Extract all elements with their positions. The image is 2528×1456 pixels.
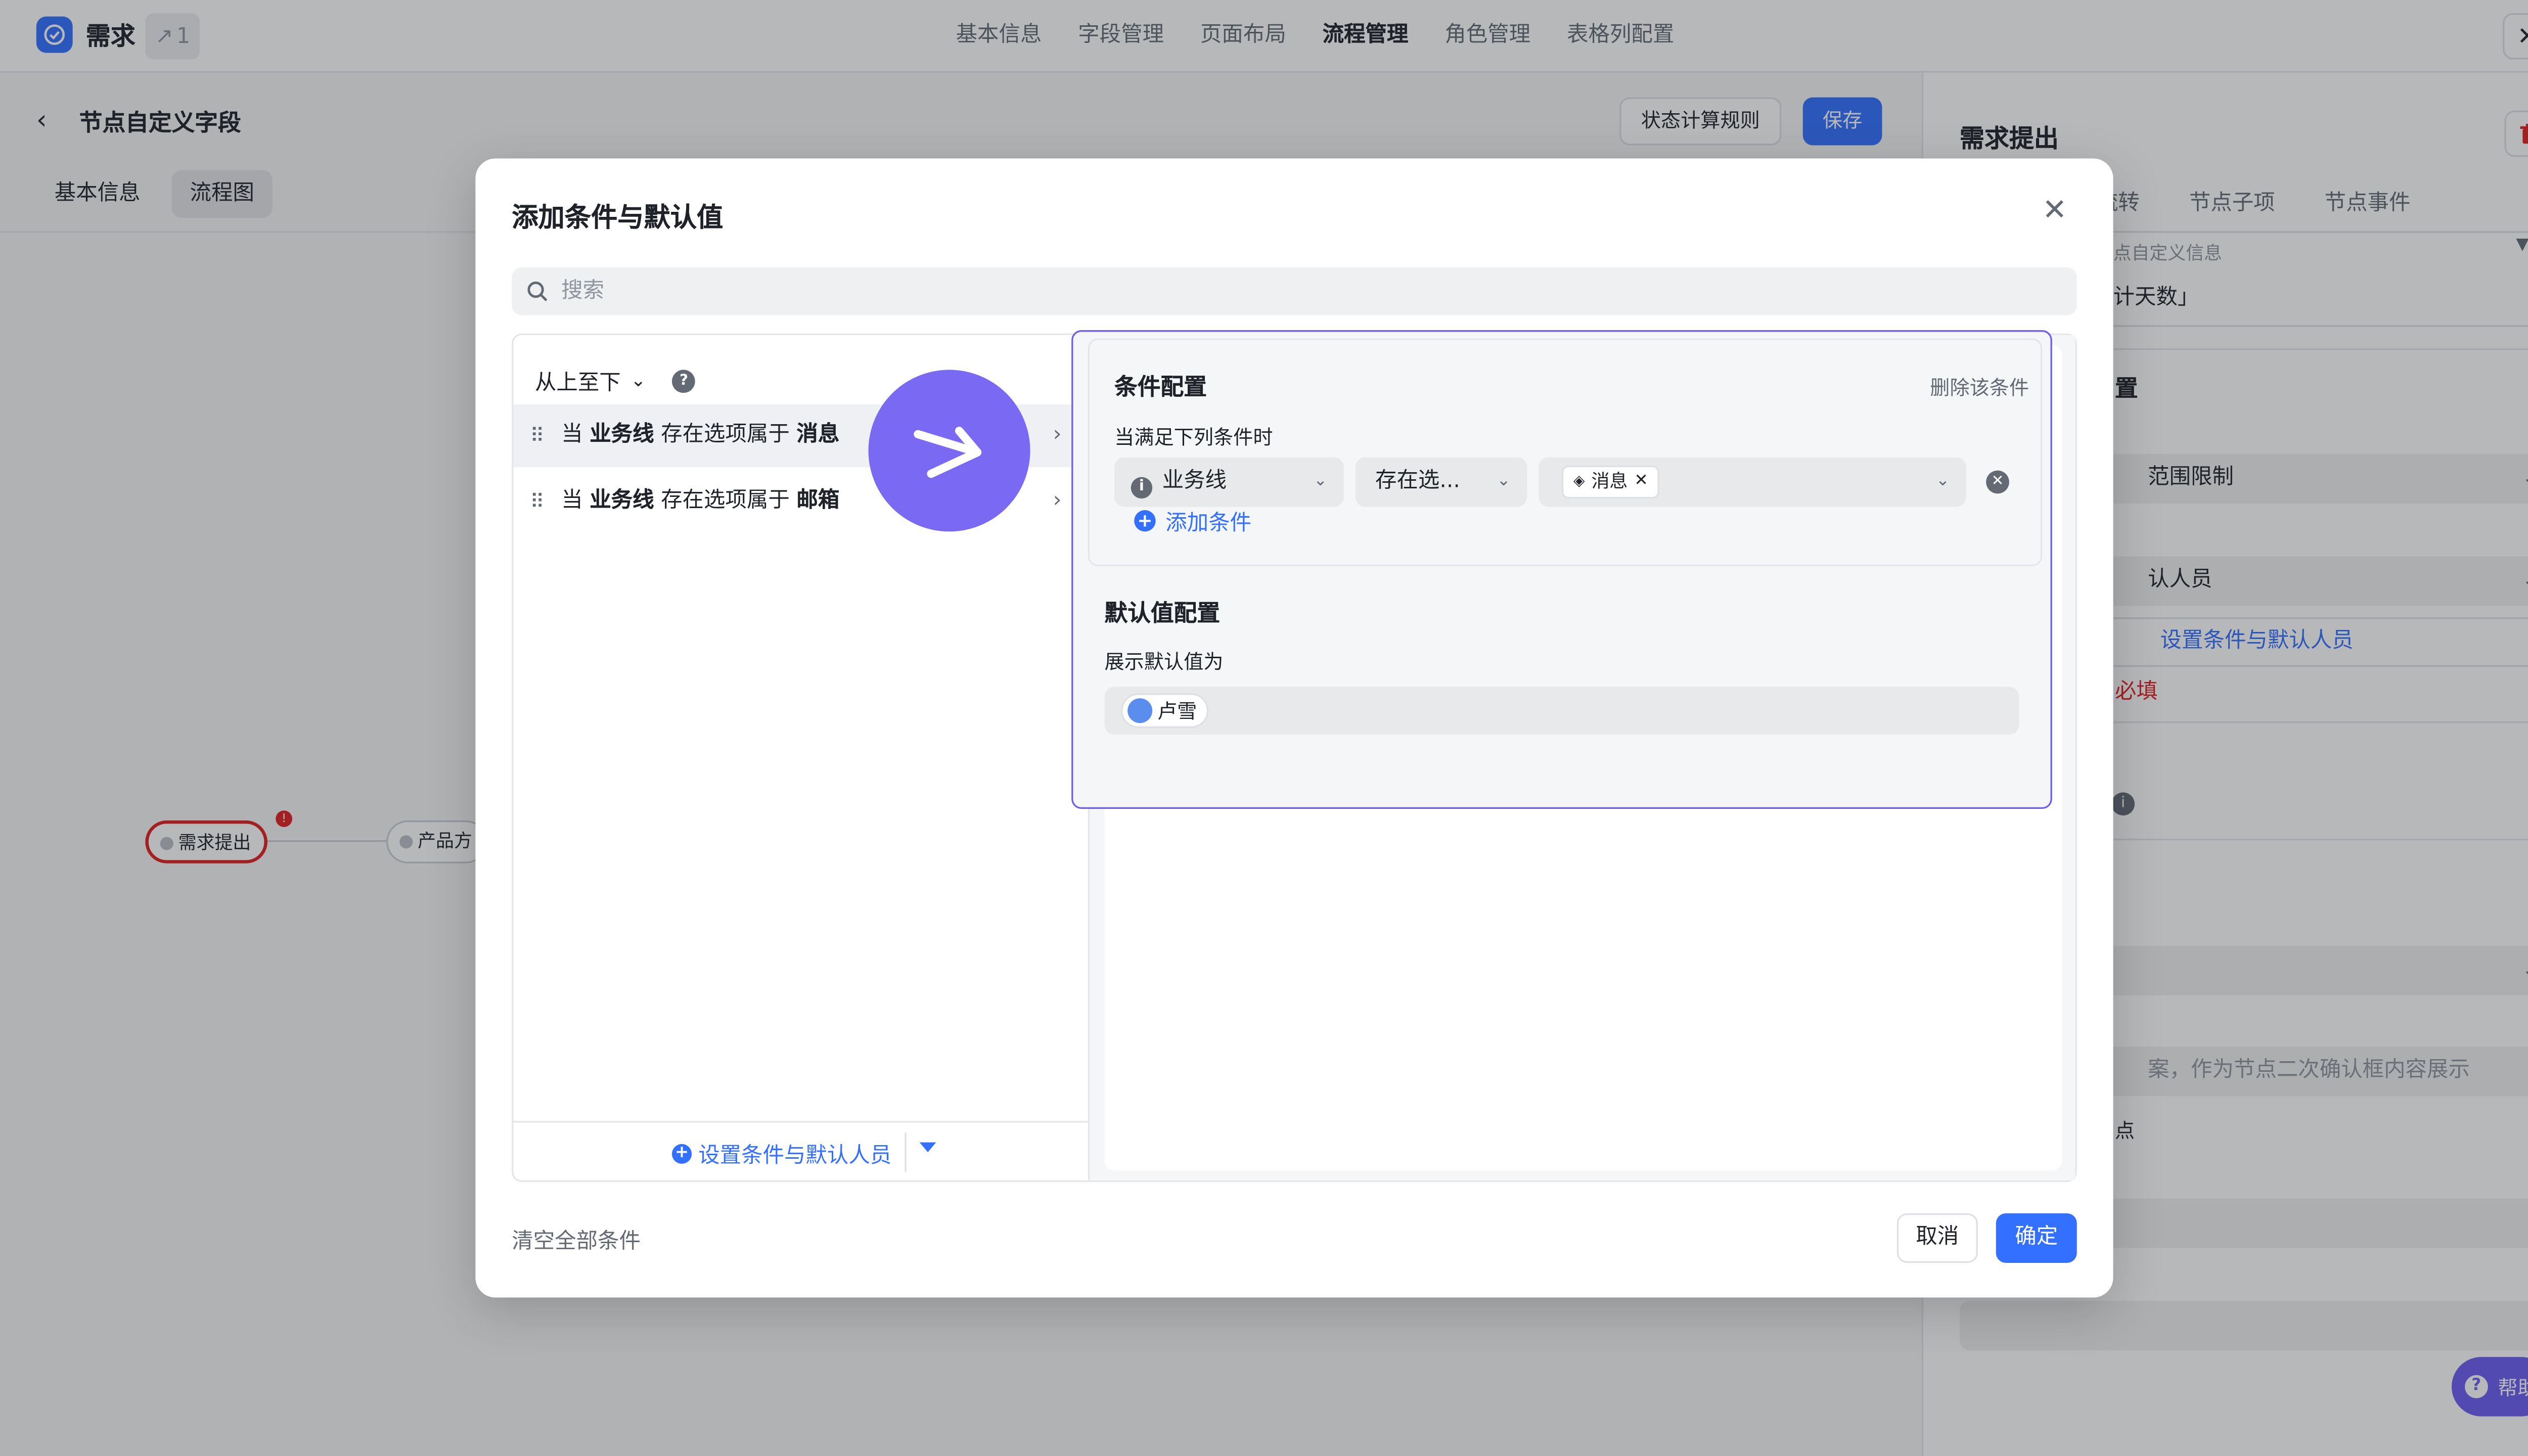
drag-handle-icon[interactable]: ⠿ bbox=[530, 404, 545, 467]
add-filter-label: 添加条件 bbox=[1165, 512, 1252, 537]
condition-prefix: 当 bbox=[561, 422, 583, 447]
condition-value: 邮箱 bbox=[796, 488, 840, 514]
dialog-body: 从上至下 ⌄ ? ⠿ 当 业务线 存在选项属于 消息 › ⠿ 当 业务线 存在选… bbox=[512, 330, 2077, 1182]
condition-value: 消息 bbox=[796, 422, 840, 447]
value-tag-label: 消息 bbox=[1591, 470, 1628, 492]
condition-detail: 条件配置 删除该条件 当满足下列条件时 i 业务线 ⌄ 存在选... ⌄ ◈ 消… bbox=[1071, 330, 2075, 1180]
condition-config-section: 条件配置 删除该条件 当满足下列条件时 i 业务线 ⌄ 存在选... ⌄ ◈ 消… bbox=[1088, 338, 2043, 566]
chevron-down-icon: ⌄ bbox=[1935, 472, 1950, 490]
default-config-heading: 默认值配置 bbox=[1104, 601, 1221, 627]
layers-icon: ◈ bbox=[1573, 474, 1585, 490]
info-icon: i bbox=[1131, 477, 1153, 499]
condition-config-card: 条件配置 删除该条件 当满足下列条件时 i 业务线 ⌄ 存在选... ⌄ ◈ 消… bbox=[1071, 330, 2052, 809]
user-name: 卢雪 bbox=[1157, 700, 1197, 723]
condition-field: 业务线 bbox=[590, 422, 654, 447]
plus-circle-icon: + bbox=[1134, 510, 1156, 532]
chevron-right-icon: › bbox=[1053, 422, 1062, 447]
add-filter-button[interactable]: + 添加条件 bbox=[1134, 505, 1251, 536]
remove-tag-icon[interactable]: ✕ bbox=[1634, 467, 1648, 497]
add-condition-label: 设置条件与默认人员 bbox=[698, 1144, 892, 1169]
chevron-down-icon: ⌄ bbox=[630, 370, 646, 391]
clear-condition-icon[interactable]: ✕ bbox=[1986, 470, 2009, 494]
arrow-right-icon[interactable] bbox=[868, 370, 1030, 532]
sort-label: 从上至下 bbox=[534, 371, 621, 396]
operator-select-value: 存在选... bbox=[1375, 469, 1460, 494]
sort-dropdown[interactable]: 从上至下 ⌄ ? bbox=[534, 365, 696, 396]
value-tag: ◈ 消息 ✕ bbox=[1561, 465, 1660, 499]
condition-when-label: 当满足下列条件时 bbox=[1114, 426, 1273, 449]
add-condition-button[interactable]: + 设置条件与默认人员 bbox=[671, 1138, 892, 1169]
cancel-button[interactable]: 取消 bbox=[1897, 1213, 1978, 1263]
caret-down-icon[interactable] bbox=[919, 1142, 936, 1153]
chevron-right-icon: › bbox=[1053, 488, 1062, 514]
condition-op: 存在选项属于 bbox=[661, 488, 790, 514]
field-select-value: 业务线 bbox=[1162, 469, 1227, 494]
default-value-label: 展示默认值为 bbox=[1104, 650, 1224, 674]
drag-handle-icon[interactable]: ⠿ bbox=[530, 471, 545, 533]
field-select[interactable]: i 业务线 ⌄ bbox=[1114, 457, 1344, 507]
value-select[interactable]: ◈ 消息 ✕ ⌄ bbox=[1539, 457, 1966, 507]
user-chip[interactable]: 卢雪 bbox=[1121, 693, 1209, 728]
condition-op: 存在选项属于 bbox=[661, 422, 790, 447]
add-condition-dialog: 添加条件与默认值 ✕ 搜索 从上至下 ⌄ ? ⠿ 当 业务线 存在选项属于 消息… bbox=[475, 158, 2113, 1298]
search-icon bbox=[527, 281, 548, 302]
close-icon[interactable]: ✕ bbox=[2042, 194, 2067, 228]
condition-field: 业务线 bbox=[590, 488, 654, 514]
chevron-down-icon: ⌄ bbox=[1497, 472, 1511, 490]
divider bbox=[905, 1132, 907, 1172]
chevron-down-icon: ⌄ bbox=[1313, 472, 1328, 490]
condition-config-heading: 条件配置 bbox=[1114, 375, 1207, 401]
help-icon[interactable]: ? bbox=[672, 369, 696, 392]
list-footer: + 设置条件与默认人员 bbox=[513, 1121, 1088, 1180]
clear-all-conditions[interactable]: 清空全部条件 bbox=[512, 1223, 641, 1255]
operator-select[interactable]: 存在选... ⌄ bbox=[1355, 457, 1527, 507]
condition-prefix: 当 bbox=[561, 488, 583, 514]
plus-circle-icon: + bbox=[671, 1143, 692, 1163]
search-placeholder: 搜索 bbox=[561, 279, 605, 304]
dialog-title: 添加条件与默认值 bbox=[512, 201, 724, 233]
search-input[interactable]: 搜索 bbox=[512, 267, 2077, 315]
confirm-button[interactable]: 确定 bbox=[1996, 1213, 2077, 1263]
delete-condition-link[interactable]: 删除该条件 bbox=[1930, 373, 2029, 401]
avatar bbox=[1127, 698, 1153, 723]
default-user-field[interactable]: 卢雪 bbox=[1104, 687, 2019, 735]
